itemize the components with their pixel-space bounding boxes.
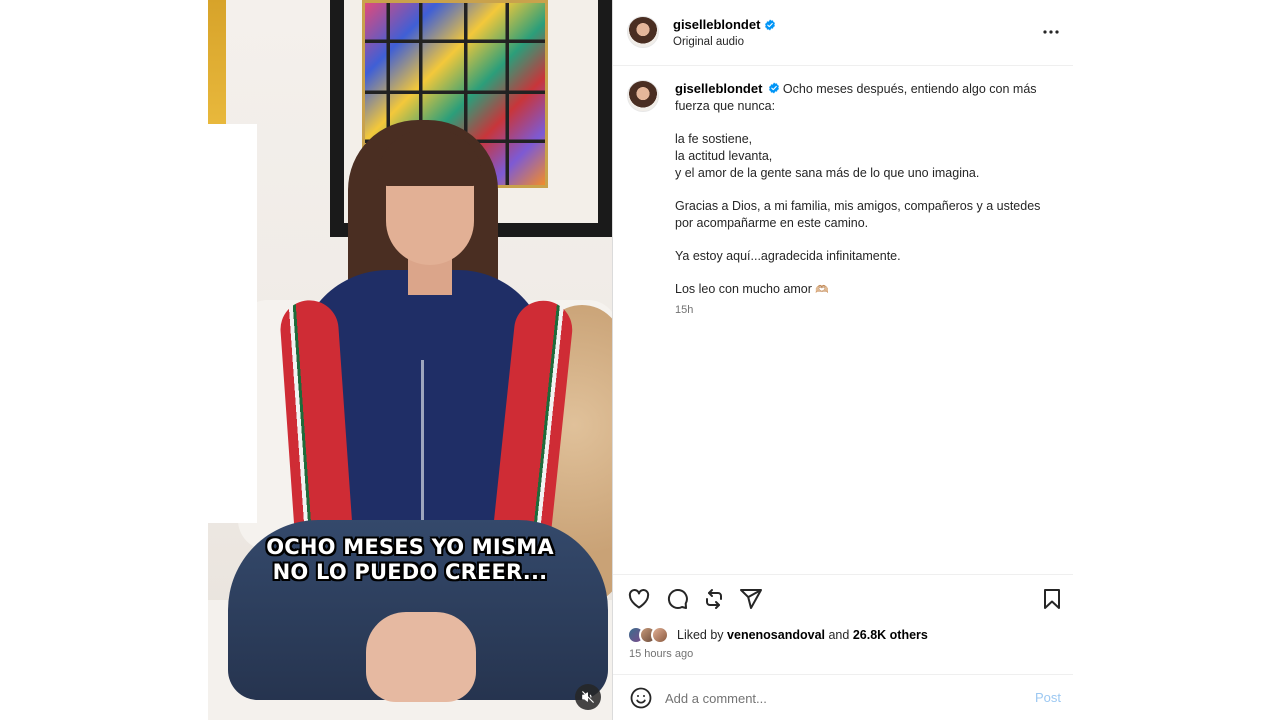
comment-icon[interactable] — [665, 587, 689, 611]
video-decor-edge — [208, 0, 226, 124]
avatar — [651, 626, 669, 644]
liked-by-prefix: Liked by — [677, 628, 724, 642]
video-overlay-block — [208, 124, 257, 523]
video-caption-line: OCHO MESES YO MISMA — [266, 535, 554, 559]
post-caption-section: giselleblondet Ocho meses después, entie… — [613, 66, 1073, 574]
caption-line: la actitud levanta, — [675, 149, 773, 163]
audio-label[interactable]: Original audio — [673, 36, 744, 48]
comment-bar: Post — [613, 674, 1073, 720]
post-comment-button[interactable]: Post — [1035, 690, 1061, 705]
post-actions: Liked by venenosandoval and 26.8K others… — [613, 574, 1073, 674]
caption-here: Ya estoy aquí...agradecida infinitamente… — [675, 249, 901, 263]
heart-hands-emoji: 🫶🏼 — [815, 284, 830, 296]
avatar[interactable] — [627, 80, 659, 112]
emoji-smile-icon[interactable] — [629, 686, 653, 710]
post-header: giselleblondet Original audio — [613, 0, 1073, 66]
reel-video[interactable]: OCHO MESES YO MISMA NO LO PUEDO CREER... — [208, 0, 612, 720]
share-icon[interactable] — [739, 587, 763, 611]
liked-by-user[interactable]: venenosandoval — [727, 628, 825, 642]
comment-input[interactable] — [665, 687, 1005, 709]
caption-timestamp[interactable]: 15h — [675, 304, 693, 316]
video-caption: OCHO MESES YO MISMA NO LO PUEDO CREER... — [208, 535, 612, 585]
liker-avatars[interactable] — [627, 625, 677, 645]
post-caption: giselleblondet Ocho meses después, entie… — [675, 80, 1055, 299]
verified-badge-icon — [765, 19, 776, 30]
verified-badge-icon — [768, 82, 779, 94]
heart-icon[interactable] — [627, 587, 651, 611]
avatar[interactable] — [627, 16, 659, 48]
speaker-muted-icon — [582, 691, 594, 703]
caption-closing: Los leo con mucho amor — [675, 282, 812, 296]
liked-by-others[interactable]: 26.8K others — [853, 628, 928, 642]
bookmark-icon[interactable] — [1040, 587, 1064, 611]
post-panel: giselleblondet Original audio giselleblo… — [612, 0, 1073, 720]
video-caption-line: NO LO PUEDO CREER... — [272, 560, 548, 584]
header-username[interactable]: giselleblondet — [673, 17, 760, 32]
caption-line: la fe sostiene, — [675, 132, 753, 146]
more-horizontal-icon[interactable] — [1041, 24, 1061, 40]
likes-summary: Liked by venenosandoval and 26.8K others — [627, 625, 928, 645]
liked-by-and: and — [828, 628, 850, 642]
caption-line: y el amor de la gente sana más de lo que… — [675, 166, 980, 180]
mute-button[interactable] — [575, 684, 601, 710]
caption-username[interactable]: giselleblondet — [675, 81, 762, 96]
post-time-ago[interactable]: 15 hours ago — [629, 648, 693, 660]
caption-thanks: Gracias a Dios, a mi familia, mis amigos… — [675, 199, 1041, 230]
repost-icon[interactable] — [702, 587, 726, 611]
